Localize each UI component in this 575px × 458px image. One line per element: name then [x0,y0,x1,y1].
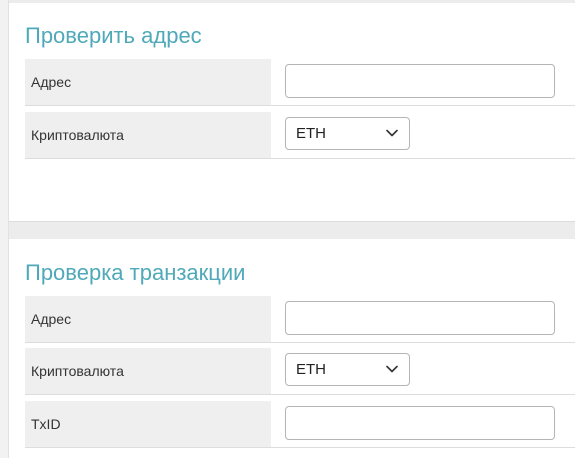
page-left-edge [0,0,9,458]
transaction-check-txid-cell [271,401,575,447]
chevron-down-icon [386,365,398,373]
address-check-currency-value: ETH [296,125,326,142]
address-check-currency-select[interactable]: ETH [285,117,410,150]
address-check-currency-cell: ETH [271,112,575,158]
transaction-check-panel: Проверка транзакции Адрес Криптовалюта E… [9,239,575,458]
transaction-check-currency-row: Криптовалюта ETH [25,348,575,395]
transaction-check-currency-value: ETH [296,361,326,378]
transaction-check-address-cell [271,296,575,342]
address-check-address-row: Адрес [25,59,575,106]
transaction-check-txid-input[interactable] [285,406,555,440]
address-check-address-input[interactable] [285,64,555,98]
transaction-check-address-input[interactable] [285,301,555,335]
transaction-check-currency-select[interactable]: ETH [285,353,410,386]
transaction-check-currency-cell: ETH [271,348,575,394]
address-check-currency-row: Криптовалюта ETH [25,112,575,159]
address-check-address-cell [271,59,575,105]
transaction-check-currency-label: Криптовалюта [25,348,271,394]
address-check-panel: Проверить адрес Адрес Криптовалюта ETH [9,3,575,222]
address-check-currency-label: Криптовалюта [25,112,271,158]
transaction-check-address-label: Адрес [25,296,271,342]
address-check-title: Проверить адрес [25,23,202,48]
chevron-down-icon [386,129,398,137]
transaction-check-txid-row: TxID [25,401,575,448]
transaction-check-title: Проверка транзакции [25,260,246,285]
address-check-address-label: Адрес [25,59,271,105]
transaction-check-address-row: Адрес [25,296,575,343]
transaction-check-txid-label: TxID [25,401,271,447]
